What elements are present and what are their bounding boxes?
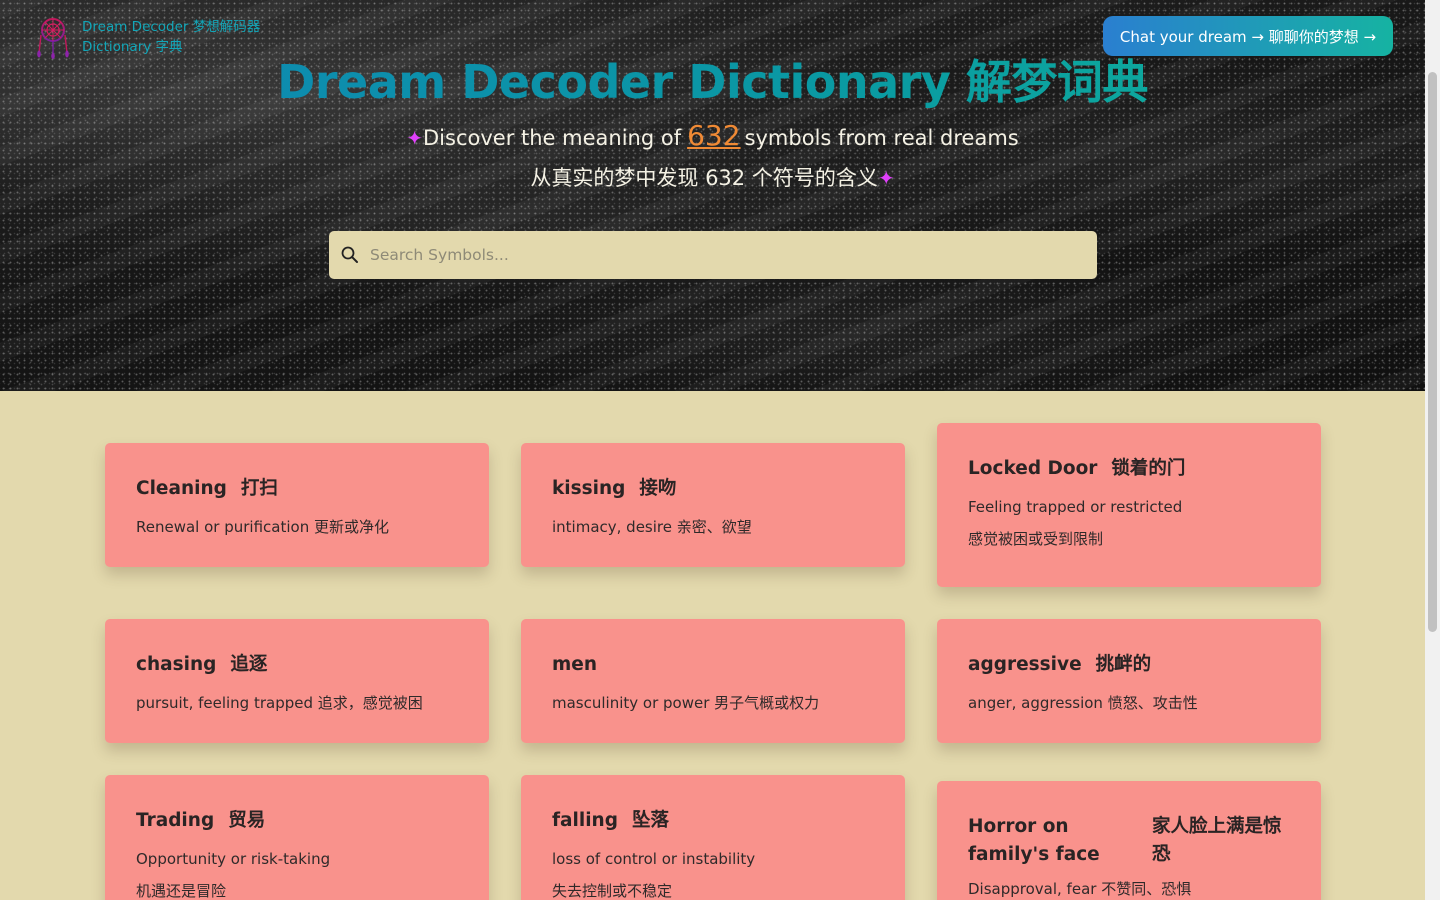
- subtitle-en: ✦Discover the meaning of 632 symbols from …: [0, 116, 1425, 158]
- sparkle-icon: ✦: [406, 126, 424, 150]
- subtitle-suffix: symbols from real dreams: [744, 126, 1019, 150]
- sparkle-icon: ✦: [877, 166, 895, 190]
- card-description: loss of control or instability 失去控制或不稳定: [552, 850, 756, 900]
- subtitle-cn: 从真实的梦中发现 632 个符号的含义: [530, 166, 878, 190]
- card-title: aggressive 挑衅的: [968, 654, 1152, 675]
- card-title: Cleaning 打扫: [136, 478, 278, 499]
- card-title: Trading 贸易: [136, 810, 266, 831]
- card-description: masculinity or power 男子气概或权力: [552, 694, 820, 712]
- symbol-card-kissing[interactable]: kissing 接吻 intimacy, desire 亲密、欲望: [521, 443, 905, 567]
- card-title: Locked Door 锁着的门: [968, 458, 1186, 479]
- logo-line-1: Dream Decoder 梦想解码器: [82, 19, 261, 35]
- symbol-card-men[interactable]: men masculinity or power 男子气概或权力: [521, 619, 905, 743]
- symbol-card-chasing[interactable]: chasing 追逐 pursuit, feeling trapped 追求，感觉…: [105, 619, 489, 743]
- search-icon: [341, 246, 358, 263]
- card-description: Renewal or purification 更新或净化: [136, 518, 389, 536]
- symbol-count[interactable]: 632: [687, 119, 740, 152]
- card-description: pursuit, feeling trapped 追求，感觉被困: [136, 694, 423, 712]
- card-title: Horror on family's face 家人脸上满是惊恐: [968, 816, 1282, 865]
- card-title: chasing 追逐: [136, 654, 268, 675]
- subtitle: ✦Discover the meaning of 632 symbols from …: [0, 116, 1425, 198]
- symbol-card-trading[interactable]: Trading 贸易 Opportunity or risk-taking 机遇还…: [105, 775, 489, 900]
- subtitle-cn-line: 从真实的梦中发现 632 个符号的含义✦: [0, 158, 1425, 198]
- symbol-grid: Cleaning 打扫 Renewal or purification 更新或净化…: [0, 391, 1425, 900]
- card-description: anger, aggression 愤怒、攻击性: [968, 694, 1198, 712]
- symbol-card-horror-family[interactable]: Horror on family's face 家人脸上满是惊恐 Disappro…: [937, 781, 1321, 900]
- subtitle-prefix: Discover the meaning of: [423, 126, 682, 150]
- symbol-card-cleaning[interactable]: Cleaning 打扫 Renewal or purification 更新或净化: [105, 443, 489, 567]
- card-description: intimacy, desire 亲密、欲望: [552, 518, 752, 536]
- page-scrollbar[interactable]: [1425, 0, 1440, 900]
- symbol-card-locked-door[interactable]: Locked Door 锁着的门 Feeling trapped or restr…: [937, 423, 1321, 587]
- scrollbar-thumb[interactable]: [1428, 72, 1437, 632]
- card-title: falling 坠落: [552, 810, 669, 831]
- symbol-card-aggressive[interactable]: aggressive 挑衅的 anger, aggression 愤怒、攻击性: [937, 619, 1321, 743]
- card-description: Opportunity or risk-taking 机遇还是冒险: [136, 850, 331, 900]
- card-title: men: [552, 654, 597, 675]
- card-description: Feeling trapped or restricted 感觉被困或受到限制: [968, 498, 1183, 548]
- search-input[interactable]: [370, 231, 1097, 279]
- card-title: kissing 接吻: [552, 478, 677, 499]
- card-description: Disapproval, fear 不赞同、恐惧: [968, 880, 1192, 898]
- page-title: Dream Decoder Dictionary 解梦词典: [0, 46, 1425, 112]
- search-bar[interactable]: [329, 231, 1097, 279]
- symbol-card-falling[interactable]: falling 坠落 loss of control or instability…: [521, 775, 905, 900]
